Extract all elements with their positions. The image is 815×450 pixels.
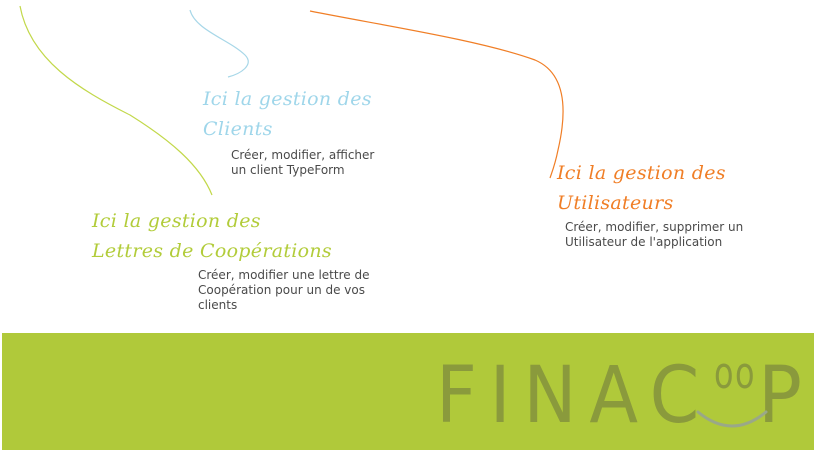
callout-clients-title: Ici la gestion des Clients [203,84,403,144]
callout-lettres-description: Créer, modifier une lettre de Coopératio… [198,268,370,312]
connector-line-lettres [19,5,213,196]
finacoop-logo: FINAC oo P [436,348,802,441]
callout-lettres-title-line1: Ici la gestion des [92,210,261,232]
connector-line-clients [189,9,249,78]
logo-text-main: FINAC [436,351,712,441]
callout-lettres: Ici la gestion des Lettres de Coopératio… [92,206,388,313]
callout-lettres-title: Ici la gestion des Lettres de Coopératio… [92,206,352,266]
callout-clients-title-line2: Clients [203,118,273,140]
callout-clients-description: Créer, modifier, afficher un client Type… [231,148,375,177]
logo-text-end: P [758,351,802,441]
callout-utilisateurs-description: Créer, modifier, supprimer un Utilisateu… [565,220,744,249]
callout-utilisateurs-title-line1: Ici la gestion des [557,162,726,184]
callout-lettres-title-line2: Lettres de Coopérations [92,240,332,262]
callout-clients: Ici la gestion des Clients Créer, modifi… [203,84,403,178]
logo-text-superscript: oo [714,348,756,399]
callout-utilisateurs: Ici la gestion des Utilisateurs Créer, m… [557,158,765,250]
callout-clients-title-line1: Ici la gestion des [203,88,372,110]
help-overlay-page: Ici la gestion des Clients Créer, modifi… [0,0,815,450]
callout-utilisateurs-title-line2: Utilisateurs [557,192,674,214]
callout-utilisateurs-title: Ici la gestion des Utilisateurs [557,158,757,218]
